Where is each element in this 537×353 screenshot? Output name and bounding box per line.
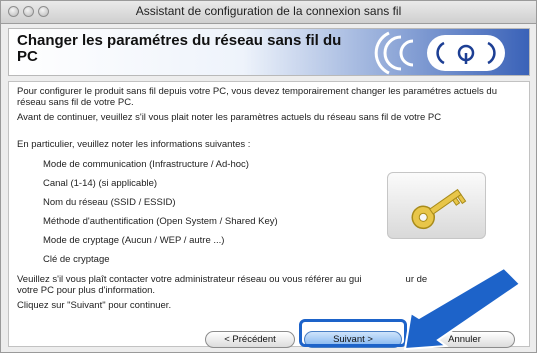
continue-paragraph: Cliquez sur "Suivant" pour continuer. bbox=[17, 300, 172, 311]
header-banner: Changer les paramétres du réseau sans fi… bbox=[8, 28, 530, 76]
contact-paragraph: Veuillez s'il vous plaît contacter votre… bbox=[17, 274, 522, 296]
title-bar: Assistant de configuration de la connexi… bbox=[1, 1, 536, 24]
info-paragraph: En particulier, veuillez noter les infor… bbox=[17, 139, 251, 150]
cancel-button[interactable]: Annuler bbox=[414, 331, 515, 348]
contact-text-part1: Veuillez s'il vous plaît contacter votre… bbox=[17, 274, 362, 285]
note-paragraph: Avant de continuer, veuillez s'il vous p… bbox=[17, 112, 442, 123]
next-button-highlight bbox=[299, 319, 407, 347]
wireless-signal-icon bbox=[374, 31, 505, 75]
list-item: Nom du réseau (SSID / ESSID) bbox=[43, 197, 176, 208]
list-item: Méthode d'authentification (Open System … bbox=[43, 216, 278, 227]
wizard-window: Assistant de configuration de la connexi… bbox=[0, 0, 537, 353]
contact-text-part3: votre PC pour plus d'information. bbox=[17, 285, 156, 296]
list-item: Canal (1-14) (si applicable) bbox=[43, 178, 158, 189]
list-item: Mode de cryptage (Aucun / WEP / autre ..… bbox=[43, 235, 225, 246]
previous-button[interactable]: < Précédent bbox=[205, 331, 295, 348]
content-panel: Pour configurer le produit sans fil depu… bbox=[8, 81, 530, 347]
window-title: Assistant de configuration de la connexi… bbox=[135, 4, 402, 18]
key-icon bbox=[411, 188, 467, 230]
intro-paragraph: Pour configurer le produit sans fil depu… bbox=[17, 86, 497, 108]
list-item: Mode de communication (Infrastructure / … bbox=[43, 159, 249, 170]
key-image bbox=[387, 172, 486, 239]
list-item: Clé de cryptage bbox=[43, 254, 110, 265]
page-title: Changer les paramétres du réseau sans fi… bbox=[17, 32, 342, 65]
contact-text-part2: ur de bbox=[405, 274, 428, 285]
